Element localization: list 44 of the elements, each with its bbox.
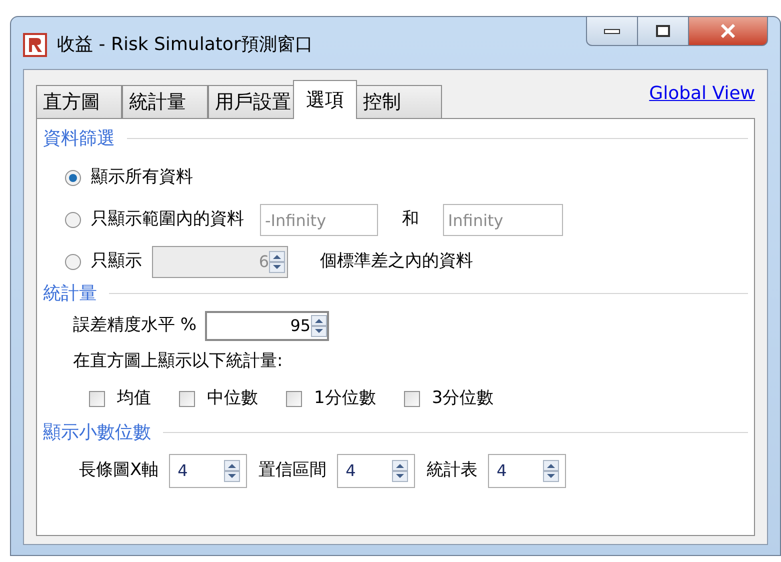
tab[interactable]: 用戶設置 — [208, 85, 294, 119]
checkbox[interactable] — [404, 390, 420, 406]
decimal-label: 置信區間 — [258, 458, 327, 482]
checkbox[interactable] — [89, 390, 105, 406]
minimize-button[interactable] — [586, 16, 638, 46]
decimal-spinner[interactable]: 4 — [488, 454, 566, 488]
spin-arrows-icon[interactable] — [392, 460, 408, 482]
radio-button[interactable] — [65, 212, 81, 228]
precision-label: 誤差精度水平 % — [73, 314, 197, 338]
checkbox-label: 1分位數 — [314, 386, 376, 410]
window-title: 收益 - Risk Simulator預測窗口 — [57, 33, 313, 57]
decimal-label: 長條圖X軸 — [79, 458, 159, 482]
close-button[interactable] — [688, 16, 768, 46]
sigma-suffix: 個標準差之內的資料 — [320, 250, 473, 274]
section-title: 資料篩選 — [43, 127, 115, 151]
tab[interactable]: 統計量 — [122, 85, 208, 119]
spin-arrows-icon[interactable] — [224, 460, 240, 482]
maximize-button[interactable] — [638, 16, 688, 46]
checkbox-label: 均值 — [117, 386, 151, 410]
app-logo-icon — [23, 32, 47, 56]
decimal-spinner[interactable]: 4 — [168, 454, 247, 488]
checkbox[interactable] — [286, 390, 302, 406]
decimal-spinner[interactable]: 4 — [336, 454, 415, 488]
close-icon — [720, 24, 736, 38]
checkbox-label: 中位數 — [207, 386, 258, 410]
section-title: 顯示小數位數 — [43, 420, 151, 444]
radio-button[interactable] — [65, 254, 81, 270]
spin-arrows-icon[interactable] — [310, 315, 327, 337]
checkbox-label: 3分位數 — [432, 386, 494, 410]
precision-spinner[interactable]: 95 — [204, 311, 329, 341]
tab[interactable]: 選項 — [293, 80, 357, 119]
global-view-link[interactable]: Global View — [649, 80, 755, 107]
radio-button[interactable] — [65, 170, 81, 186]
joiner-label: 和 — [401, 208, 420, 232]
spin-arrows-icon[interactable] — [542, 460, 559, 482]
tab[interactable]: 控制 — [356, 85, 442, 119]
radio-label: 只顯示範圍內的資料 — [91, 208, 244, 232]
show-statistics-label: 在直方圖上顯示以下統計量: — [73, 350, 284, 373]
radio-label: 只顯示 — [91, 250, 142, 274]
radio-label: 顯示所有資料 — [91, 166, 193, 190]
tab[interactable]: 直方圖 — [36, 85, 122, 119]
section-title: 統計量 — [43, 282, 97, 306]
checkbox[interactable] — [179, 390, 195, 406]
decimal-label: 統計表 — [426, 458, 478, 482]
